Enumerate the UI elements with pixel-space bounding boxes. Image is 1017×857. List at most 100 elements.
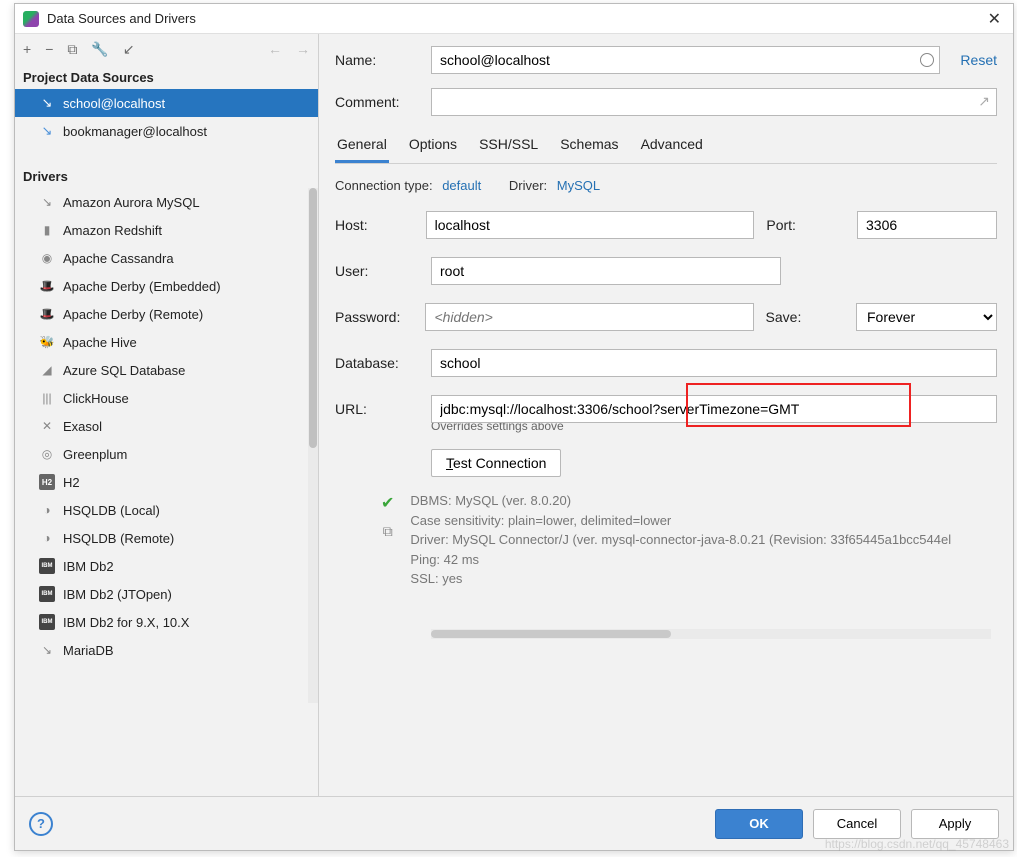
driver-icon: ▮ (39, 222, 55, 238)
driver-icon: IBM (39, 586, 55, 602)
sidebar: + − ⧉ 🔧 ↙ ← → Project Data Sources ↘ sch… (15, 34, 319, 796)
driver-label: Apache Derby (Remote) (63, 307, 203, 322)
connection-status: ✔ ⧉ DBMS: MySQL (ver. 8.0.20) Case sensi… (381, 491, 997, 589)
save-label: Save: (766, 309, 844, 325)
comment-label: Comment: (335, 94, 431, 110)
color-indicator-icon[interactable] (920, 53, 934, 67)
name-label: Name: (335, 52, 431, 68)
user-label: User: (335, 263, 419, 279)
datasource-label: bookmanager@localhost (63, 124, 207, 139)
tab-schemas[interactable]: Schemas (558, 130, 620, 163)
driver-label: Driver: (509, 178, 547, 193)
driver-icon: 🎩 (39, 278, 55, 294)
driver-label: Apache Derby (Embedded) (63, 279, 221, 294)
driver-icon: 🐝 (39, 334, 55, 350)
sidebar-scrollbar[interactable] (308, 188, 318, 703)
driver-item[interactable]: ◉Apache Cassandra (15, 244, 318, 272)
driver-icon: ◢ (39, 362, 55, 378)
driver-icon: IBM (39, 558, 55, 574)
copy-icon[interactable]: ⧉ (67, 41, 77, 58)
status-ssl: SSL: yes (410, 569, 951, 589)
driver-item[interactable]: ◢ Azure SQL Database (15, 356, 318, 384)
user-field[interactable] (431, 257, 781, 285)
driver-item[interactable]: ◎Greenplum (15, 440, 318, 468)
datasource-item-school[interactable]: ↘ school@localhost (15, 89, 318, 117)
driver-item[interactable]: 🎩 Apache Derby (Embedded) (15, 272, 318, 300)
driver-icon: ↘ (39, 194, 55, 210)
driver-icon: ◑ (39, 502, 55, 518)
driver-icon: ◑ (39, 530, 55, 546)
copy-status-icon[interactable]: ⧉ (383, 523, 393, 540)
host-label: Host: (335, 217, 414, 233)
database-label: Database: (335, 355, 419, 371)
datasource-item-bookmanager[interactable]: ↘ bookmanager@localhost (15, 117, 318, 145)
driver-label: Greenplum (63, 447, 127, 462)
tab-options[interactable]: Options (407, 130, 459, 163)
remove-icon[interactable]: − (45, 41, 53, 57)
back-arrow-icon[interactable]: ← (268, 41, 282, 57)
driver-label: Amazon Aurora MySQL (63, 195, 200, 210)
port-field[interactable] (857, 211, 997, 239)
driver-item[interactable]: ◑ HSQLDB (Remote) (15, 524, 318, 552)
driver-item[interactable]: IBMIBM Db2 for 9.X, 10.X (15, 608, 318, 636)
tab-sshssl[interactable]: SSH/SSL (477, 130, 540, 163)
expand-icon[interactable]: ↗ (978, 93, 990, 110)
url-field[interactable] (431, 395, 997, 423)
driver-item[interactable]: ✕ Exasol (15, 412, 318, 440)
comment-field[interactable]: ↗ (431, 88, 997, 116)
feather-icon: ↘ (39, 95, 55, 111)
driver-label: IBM Db2 (63, 559, 114, 574)
driver-item[interactable]: 🎩 Apache Derby (Remote) (15, 300, 318, 328)
host-field[interactable] (426, 211, 755, 239)
driver-item[interactable]: ▮ Amazon Redshift (15, 216, 318, 244)
driver-label: Azure SQL Database (63, 363, 185, 378)
horizontal-scrollbar[interactable] (431, 629, 991, 639)
status-dbms: DBMS: MySQL (ver. 8.0.20) (410, 491, 951, 511)
password-field[interactable] (425, 303, 753, 331)
driver-label: HSQLDB (Remote) (63, 531, 174, 546)
titlebar: Data Sources and Drivers ✕ (15, 4, 1013, 34)
cancel-button[interactable]: Cancel (813, 809, 901, 839)
driver-icon: ↘ (39, 642, 55, 658)
driver-item[interactable]: 🐝 Apache Hive (15, 328, 318, 356)
apply-button[interactable]: Apply (911, 809, 999, 839)
save-select[interactable]: Forever (856, 303, 997, 331)
close-icon[interactable]: ✕ (984, 9, 1005, 29)
main-panel: Name: Reset Comment: ↗ General Options S… (319, 34, 1013, 796)
wrench-icon[interactable]: 🔧 (91, 41, 108, 58)
driver-label: Apache Hive (63, 335, 137, 350)
dialog-body: + − ⧉ 🔧 ↙ ← → Project Data Sources ↘ sch… (15, 34, 1013, 796)
database-field[interactable] (431, 349, 997, 377)
driver-link[interactable]: MySQL (557, 178, 600, 193)
help-button[interactable]: ? (29, 812, 53, 836)
drivers-list[interactable]: ↘ Amazon Aurora MySQL ▮ Amazon Redshift ◉A… (15, 188, 318, 796)
driver-item[interactable]: IBM IBM Db2 (15, 552, 318, 580)
driver-icon: ✕ (39, 418, 55, 434)
driver-label: HSQLDB (Local) (63, 503, 160, 518)
url-label: URL: (335, 401, 419, 417)
ok-button[interactable]: OK (715, 809, 803, 839)
add-icon[interactable]: + (23, 41, 31, 57)
driver-icon: 🎩 (39, 306, 55, 322)
test-connection-button[interactable]: Test Connection (431, 449, 561, 477)
driver-item[interactable]: ↘MariaDB (15, 636, 318, 664)
driver-item[interactable]: ◑ HSQLDB (Local) (15, 496, 318, 524)
driver-item[interactable]: ↘ Amazon Aurora MySQL (15, 188, 318, 216)
app-icon (23, 11, 39, 27)
connection-type-value[interactable]: default (442, 178, 481, 193)
driver-item[interactable]: H2H2 (15, 468, 318, 496)
tab-advanced[interactable]: Advanced (639, 130, 705, 163)
rollback-icon[interactable]: ↙ (123, 41, 135, 58)
driver-label: Amazon Redshift (63, 223, 162, 238)
forward-arrow-icon[interactable]: → (296, 41, 310, 57)
tab-general[interactable]: General (335, 130, 389, 163)
reset-link[interactable]: Reset (960, 52, 997, 68)
status-driver: Driver: MySQL Connector/J (ver. mysql-co… (410, 530, 951, 550)
name-field[interactable] (431, 46, 940, 74)
driver-item[interactable]: IBMIBM Db2 (JTOpen) (15, 580, 318, 608)
driver-label: Exasol (63, 419, 102, 434)
driver-item[interactable]: |||ClickHouse (15, 384, 318, 412)
driver-label: ClickHouse (63, 391, 129, 406)
connection-info-row: Connection type: default Driver: MySQL (335, 178, 997, 193)
driver-label: IBM Db2 for 9.X, 10.X (63, 615, 189, 630)
